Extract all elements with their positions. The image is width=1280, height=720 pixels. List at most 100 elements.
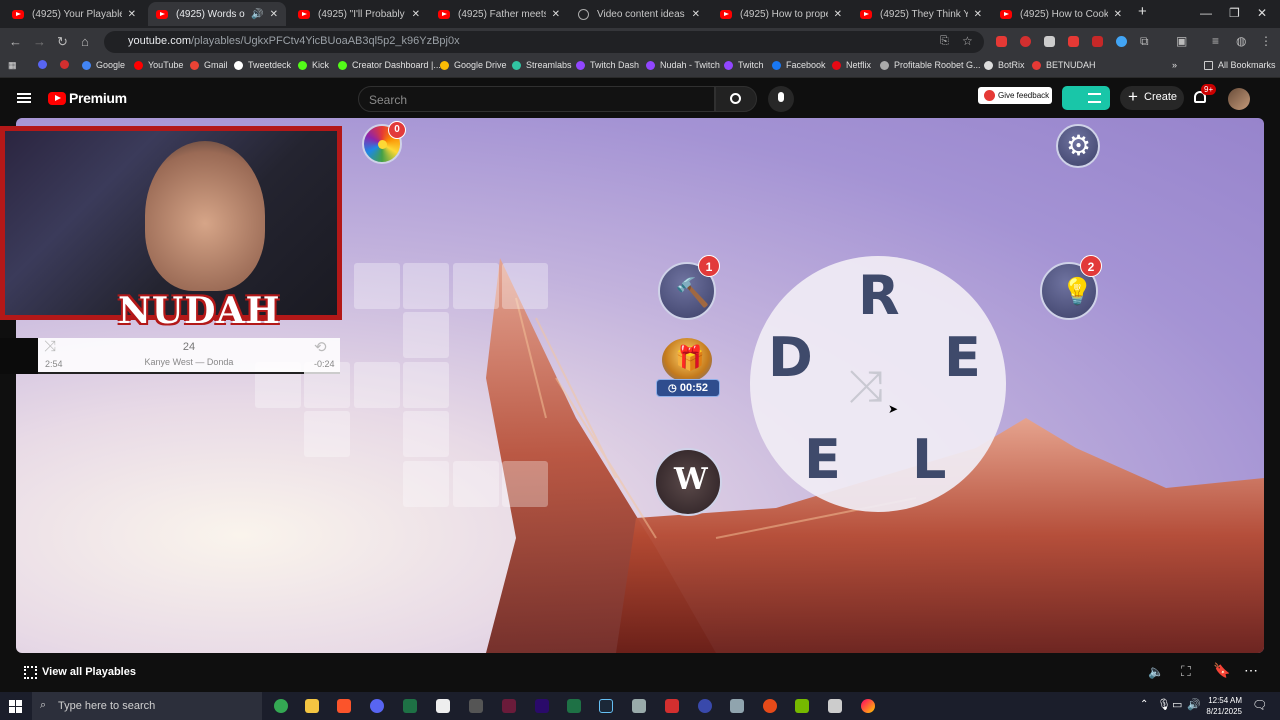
bookmark-twitch-dash[interactable]: Twitch Dash [576,60,639,70]
browser-tab[interactable]: Video content ideas ✕ [570,2,708,26]
search-input[interactable]: Search [358,86,715,112]
bookmark-google-drive[interactable]: Google Drive [440,60,507,70]
view-all-playables-link[interactable]: View all Playables [42,666,136,678]
discord-bookmark-icon[interactable] [38,60,52,69]
extension-icon[interactable] [996,36,1007,47]
discord-icon[interactable] [370,699,384,713]
shuffle-icon[interactable]: ⤨ [848,362,883,412]
notifications-icon[interactable]: 🗨 [1252,698,1267,712]
browser-tab[interactable]: (4925) How to Cook With ✕ [992,2,1130,26]
notepad-icon[interactable] [436,699,450,713]
extension-icon[interactable] [1116,36,1127,47]
forward-icon[interactable]: → [33,34,46,49]
file-explorer-icon[interactable] [305,699,319,713]
wheel-letter-r[interactable]: R [858,264,900,327]
browser-tab-active[interactable]: (4925) Words of Wond 🔊 ✕ [148,2,286,26]
bookmark-creator-dashboard[interactable]: Creator Dashboard |... [338,60,441,70]
volume-icon[interactable]: 🔊 [1187,698,1201,711]
extension-icon[interactable] [1092,36,1103,47]
app-icon[interactable] [502,699,516,713]
brave-icon[interactable] [337,699,351,713]
bookmark-netflix[interactable]: Netflix [832,60,871,70]
restore-button[interactable]: ❐ [1229,6,1240,20]
chrome-icon[interactable] [274,699,288,713]
network-icon[interactable]: ▭ [1172,698,1182,711]
youtube-premium-label[interactable]: Premium [69,90,127,106]
steam-icon[interactable] [599,699,613,713]
all-bookmarks-folder[interactable]: All Bookmarks [1204,60,1276,70]
mic-icon[interactable]: 🎙 [1157,698,1171,711]
minimize-button[interactable]: — [1200,6,1212,20]
app-icon[interactable] [403,699,417,713]
browser-tab[interactable]: (4925) Father meets his ch ✕ [430,2,568,26]
excel-icon[interactable] [567,699,581,713]
install-app-icon[interactable]: ⎘ [940,35,949,48]
close-icon[interactable]: ✕ [1114,9,1122,20]
bookmark-gmail[interactable]: Gmail [190,60,228,70]
track-progress-bar[interactable] [38,372,340,374]
search-button[interactable] [715,86,757,112]
bookmark-youtube[interactable]: YouTube [134,60,183,70]
avatar[interactable] [1228,88,1250,110]
close-icon[interactable]: ✕ [834,9,842,20]
close-icon[interactable]: ✕ [692,9,700,20]
calculator-icon[interactable] [828,699,842,713]
bookmark-nudah-twitch[interactable]: Nudah - Twitch [646,60,720,70]
bookmark-google[interactable]: Google [82,60,125,70]
bookmark-botrix[interactable]: BotRix [984,60,1025,70]
app-icon[interactable] [665,699,679,713]
wheel-letter-l[interactable]: L [912,428,946,491]
bookmark-twitch[interactable]: Twitch [724,60,764,70]
system-clock[interactable]: 12:54 AM 8/21/2025 [1200,695,1242,717]
bookmark-betnudah[interactable]: BETNUDAH [1032,60,1096,70]
apps-grid-icon[interactable]: ▦ [8,60,17,71]
extensions-puzzle-icon[interactable]: ⧉ [1140,34,1149,49]
bookmark-roobet[interactable]: Profitable Roobet G... [880,60,981,70]
app-icon[interactable] [763,699,777,713]
wheel-letter-e[interactable]: E [804,428,841,491]
browser-tab[interactable]: (4925) "I'll Probably Get P ✕ [290,2,428,26]
close-window-button[interactable]: ✕ [1257,6,1267,20]
windows-start-icon[interactable] [9,700,22,713]
gift-reward-button[interactable]: 🎁 [662,338,712,382]
wheel-letter-e[interactable]: E [944,326,981,389]
menu-dots-icon[interactable]: ⋮ [1260,34,1272,48]
browser-tab[interactable]: (4925) How to properly cu ✕ [712,2,850,26]
bookmark-streamlabs[interactable]: Streamlabs [512,60,572,70]
extension-icon[interactable] [1020,36,1031,47]
bookmark-icon[interactable]: 🔖 [1213,662,1230,679]
app-icon[interactable] [698,699,712,713]
give-feedback-button[interactable]: Give feedback [978,87,1052,104]
app-icon[interactable] [730,699,744,713]
app-icon[interactable] [861,699,875,713]
fullscreen-icon[interactable]: ⛶ [1181,663,1191,680]
extension-menu-button[interactable] [1062,86,1110,110]
words-of-wonders-logo[interactable]: W [654,448,722,516]
bookmark-kick[interactable]: Kick [298,60,329,70]
home-icon[interactable]: ⌂ [81,34,89,49]
new-tab-button[interactable]: + [1138,3,1147,20]
side-panel-icon[interactable]: ▣ [1176,34,1187,48]
browser-tab[interactable]: (4925) Your Playables - Yo ✕ [4,2,144,26]
app-icon[interactable] [632,699,646,713]
extension-icon[interactable] [1068,36,1079,47]
close-icon[interactable]: ✕ [128,9,136,20]
settings-button[interactable]: ⚙ [1056,124,1100,168]
browser-tab[interactable]: (4925) They Think You're ✕ [852,2,990,26]
address-bar[interactable]: youtube.com/playables/UgkxPFCtv4YicBUoaA… [104,31,984,53]
bookmark-tweetdeck[interactable]: Tweetdeck [234,60,291,70]
bookmark-facebook[interactable]: Facebook [772,60,826,70]
chevron-right-icon[interactable]: » [1172,60,1177,70]
back-icon[interactable]: ← [9,34,22,49]
taskbar-search-input[interactable]: ⌕ Type here to search [32,692,262,720]
close-icon[interactable]: ✕ [974,9,982,20]
more-options-icon[interactable]: ⋯ [1244,662,1258,679]
menu-icon[interactable] [17,93,31,103]
close-icon[interactable]: ✕ [270,9,278,20]
reload-icon[interactable]: ↻ [57,34,68,50]
premiere-pro-icon[interactable] [535,699,549,713]
extension-icon[interactable] [1044,36,1055,47]
voice-search-button[interactable] [768,86,794,112]
nvidia-icon[interactable] [795,699,809,713]
youtube-logo-icon[interactable] [48,92,66,105]
